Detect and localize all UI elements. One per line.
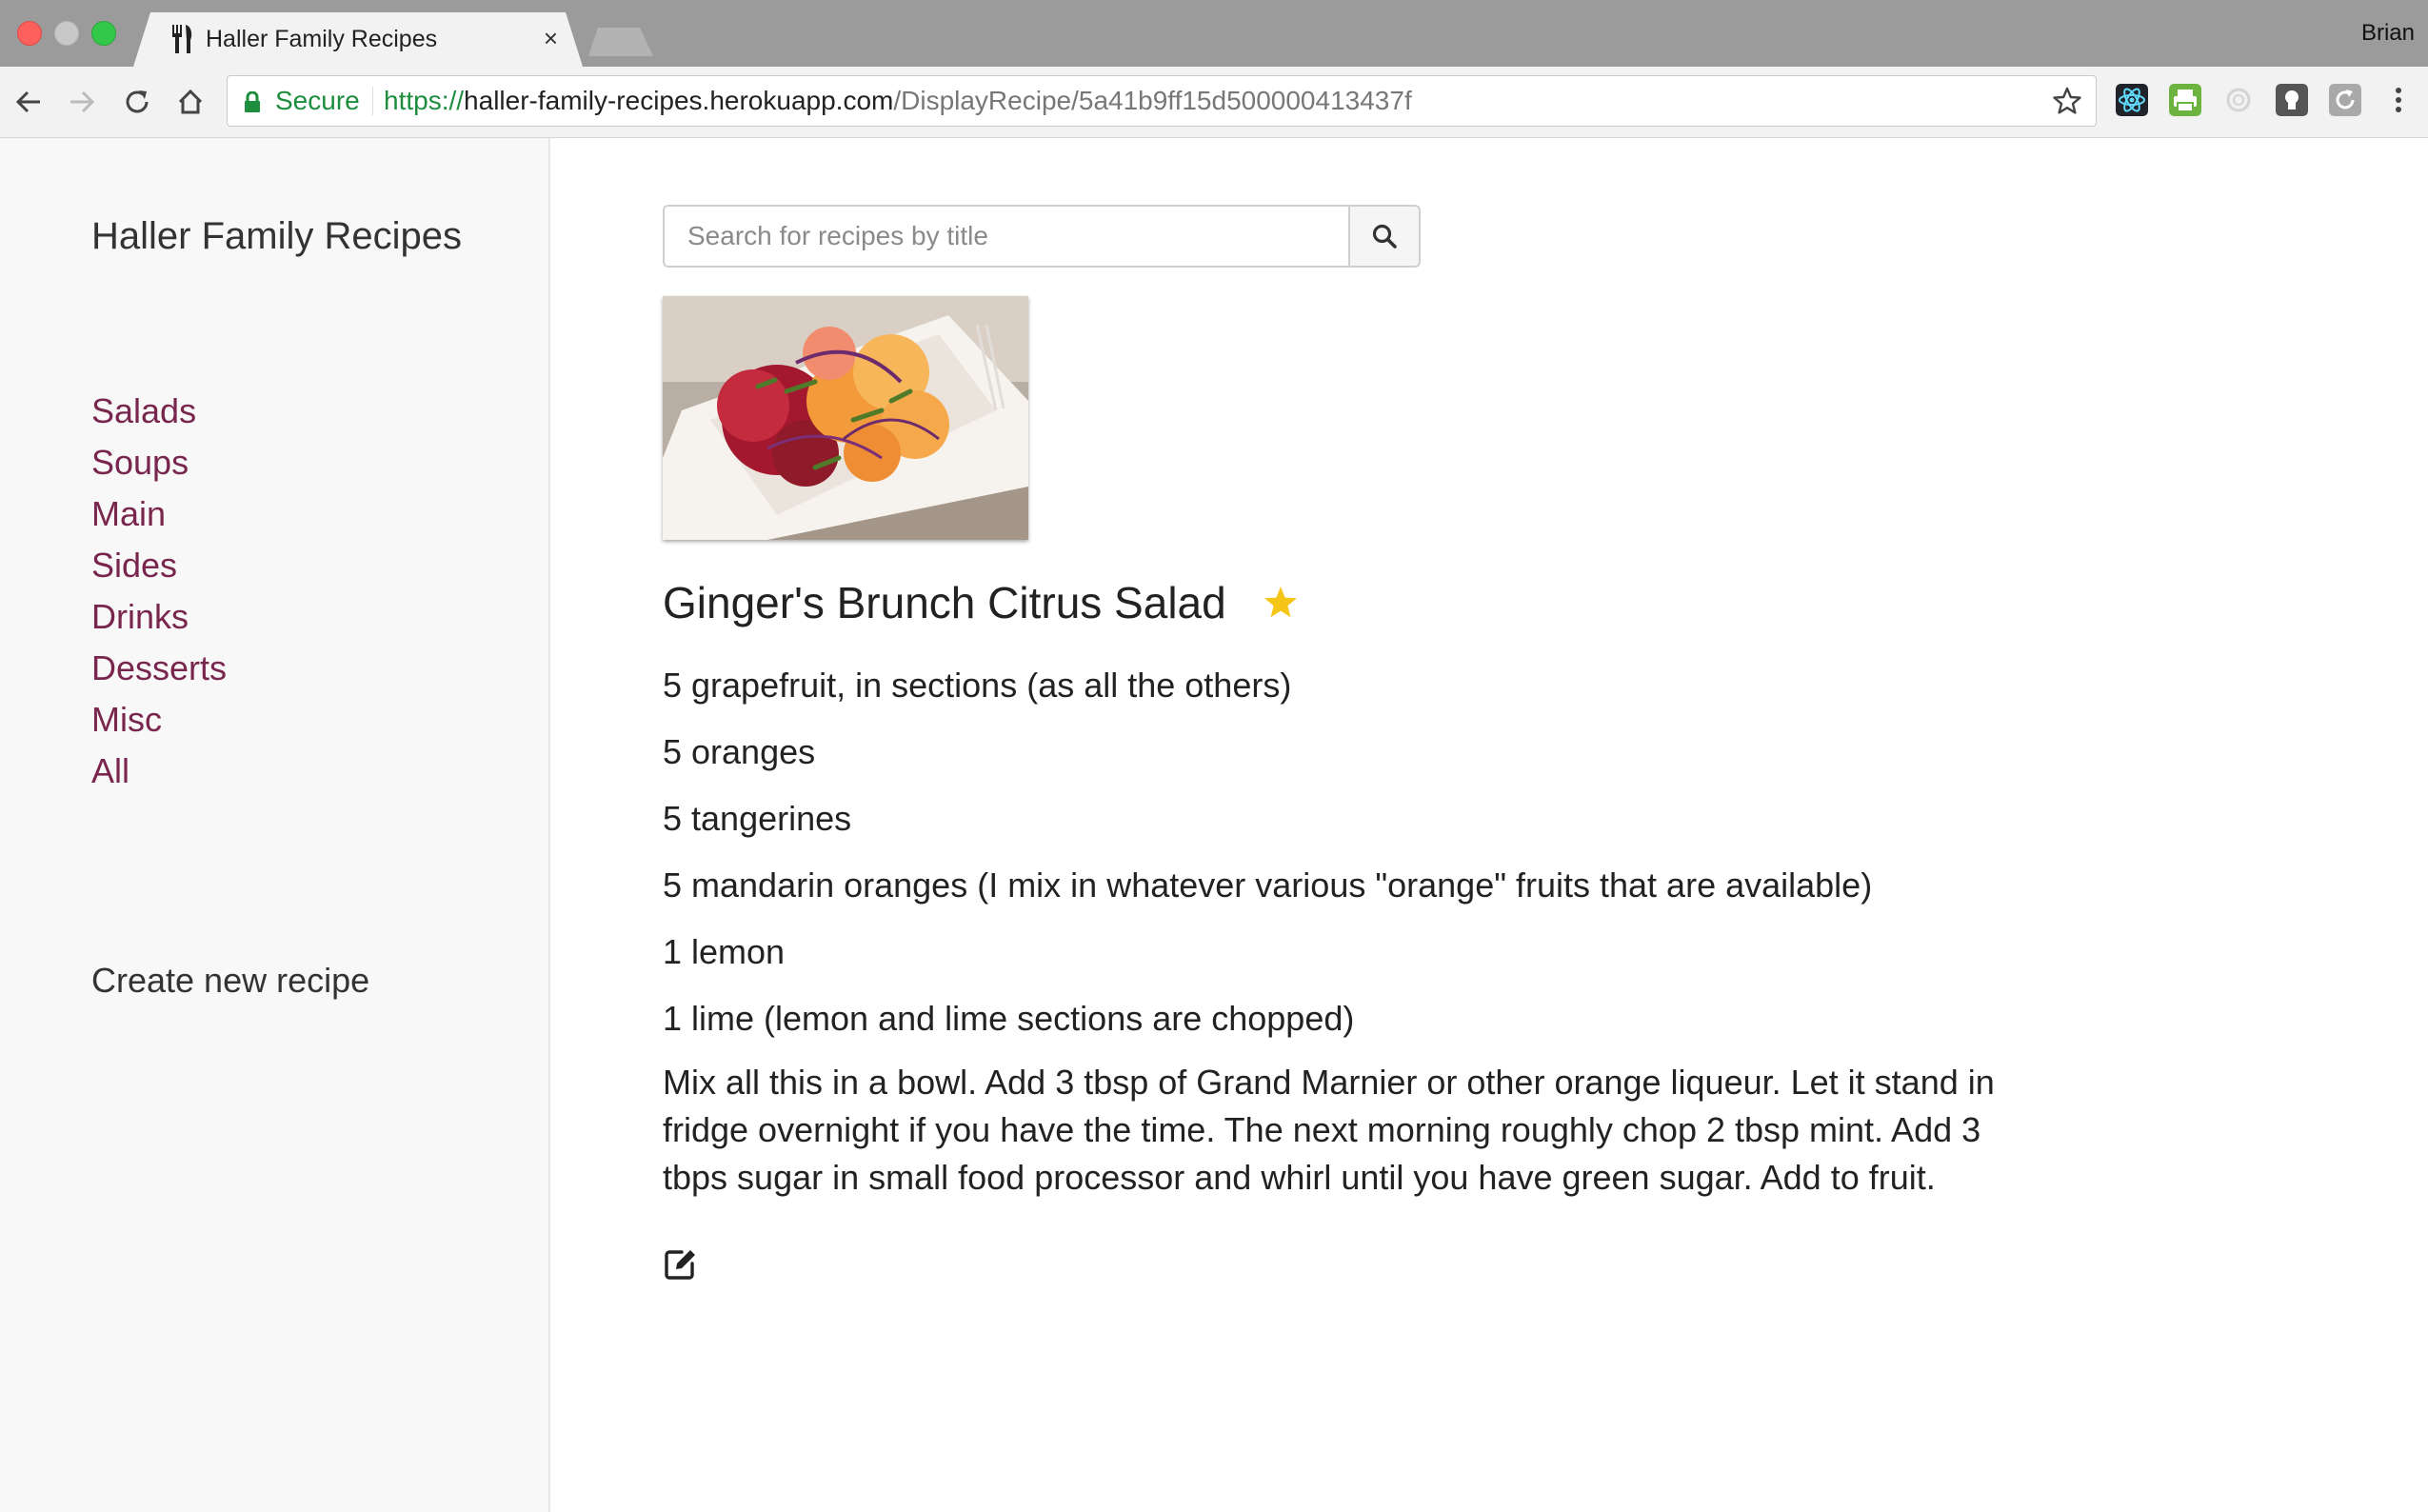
sidebar-item-drinks[interactable]: Drinks (91, 591, 227, 643)
home-icon (178, 89, 203, 114)
ingredient-item: 5 oranges (663, 732, 816, 771)
reload-button[interactable] (118, 83, 156, 121)
browser-toolbar: Secure https://haller-family-recipes.her… (0, 67, 2428, 138)
sidebar-item-sides[interactable]: Sides (91, 540, 227, 591)
url-path: /DisplayRecipe/5a41b9ff15d500000413437f (893, 86, 1412, 115)
recipe-title: Ginger's Brunch Citrus Salad (663, 578, 1226, 627)
reload-icon (126, 90, 149, 113)
profile-name[interactable]: Brian (2361, 19, 2415, 48)
recipe-title-row: Ginger's Brunch Citrus Salad (663, 569, 1299, 636)
sync-extension-icon[interactable] (2329, 84, 2361, 116)
recipe-directions: Mix all this in a bowl. Add 3 tbsp of Gr… (663, 1063, 1995, 1197)
bookmark-star-icon[interactable] (2052, 86, 2082, 116)
search-icon (1372, 224, 1397, 249)
forward-arrow-icon (70, 90, 95, 113)
sidebar-item-misc[interactable]: Misc (91, 694, 227, 746)
disabled-extension-icon[interactable] (2222, 84, 2255, 116)
window-close-button[interactable] (17, 21, 42, 46)
back-button[interactable] (10, 83, 48, 121)
address-bar[interactable]: Secure https://haller-family-recipes.her… (227, 75, 2097, 127)
forward-button[interactable] (63, 83, 101, 121)
react-devtools-icon[interactable] (2116, 84, 2148, 116)
search-input[interactable] (663, 205, 1348, 268)
window-minimize-button[interactable] (54, 21, 79, 46)
ingredient-item: 1 lemon (663, 932, 786, 971)
home-button[interactable] (171, 83, 209, 121)
ingredient-item: 5 grapefruit, in sections (as all the ot… (663, 666, 1292, 705)
lock-icon (245, 91, 260, 112)
create-recipe-link[interactable]: Create new recipe (91, 955, 369, 1006)
tab-strip: Haller Family Recipes × Brian (0, 0, 2428, 67)
ingredient-list: 5 grapefruit, in sections (as all the ot… (663, 652, 1872, 1052)
secure-label: Secure (275, 86, 360, 115)
lightbulb-extension-icon[interactable] (2276, 84, 2308, 116)
url-scheme: https:// (384, 86, 465, 115)
search-button[interactable] (1348, 205, 1421, 268)
favorite-star-icon[interactable] (1263, 585, 1299, 621)
citrus-salad-photo (663, 296, 1028, 540)
ingredient-item: 5 mandarin oranges (I mix in whatever va… (663, 865, 1873, 905)
back-arrow-icon (15, 90, 40, 113)
browser-tab[interactable]: Haller Family Recipes × (133, 12, 583, 67)
sidebar-item-all[interactable]: All (91, 746, 227, 797)
site-brand[interactable]: Haller Family Recipes (91, 212, 462, 260)
print-extension-icon[interactable] (2169, 84, 2201, 116)
url-host: haller-family-recipes.herokuapp.com (464, 86, 894, 115)
ingredient-item: 1 lime (lemon and lime sections are chop… (663, 999, 1355, 1038)
category-nav: Salads Soups Main Sides Drinks Desserts … (91, 386, 227, 797)
search-bar (663, 205, 1424, 268)
sidebar-item-desserts[interactable]: Desserts (91, 643, 227, 694)
edit-icon[interactable] (661, 1245, 699, 1283)
recipe-photo (663, 296, 1028, 540)
sidebar-item-salads[interactable]: Salads (91, 386, 227, 437)
url-text: https://haller-family-recipes.herokuapp.… (384, 86, 1412, 116)
sidebar-item-soups[interactable]: Soups (91, 437, 227, 488)
sidebar-item-main[interactable]: Main (91, 488, 227, 540)
ingredient-item: 5 tangerines (663, 799, 852, 838)
tab-close-icon[interactable]: × (544, 24, 558, 52)
fork-knife-icon (169, 25, 194, 53)
window-maximize-button[interactable] (91, 21, 116, 46)
browser-window: Haller Family Recipes × Brian Secure htt… (0, 0, 2428, 1512)
tab-title: Haller Family Recipes (206, 26, 438, 52)
kebab-menu-icon[interactable] (2382, 84, 2415, 116)
address-separator (372, 87, 373, 115)
sidebar: Haller Family Recipes Salads Soups Main … (0, 138, 550, 1512)
new-tab-button[interactable] (588, 28, 653, 56)
